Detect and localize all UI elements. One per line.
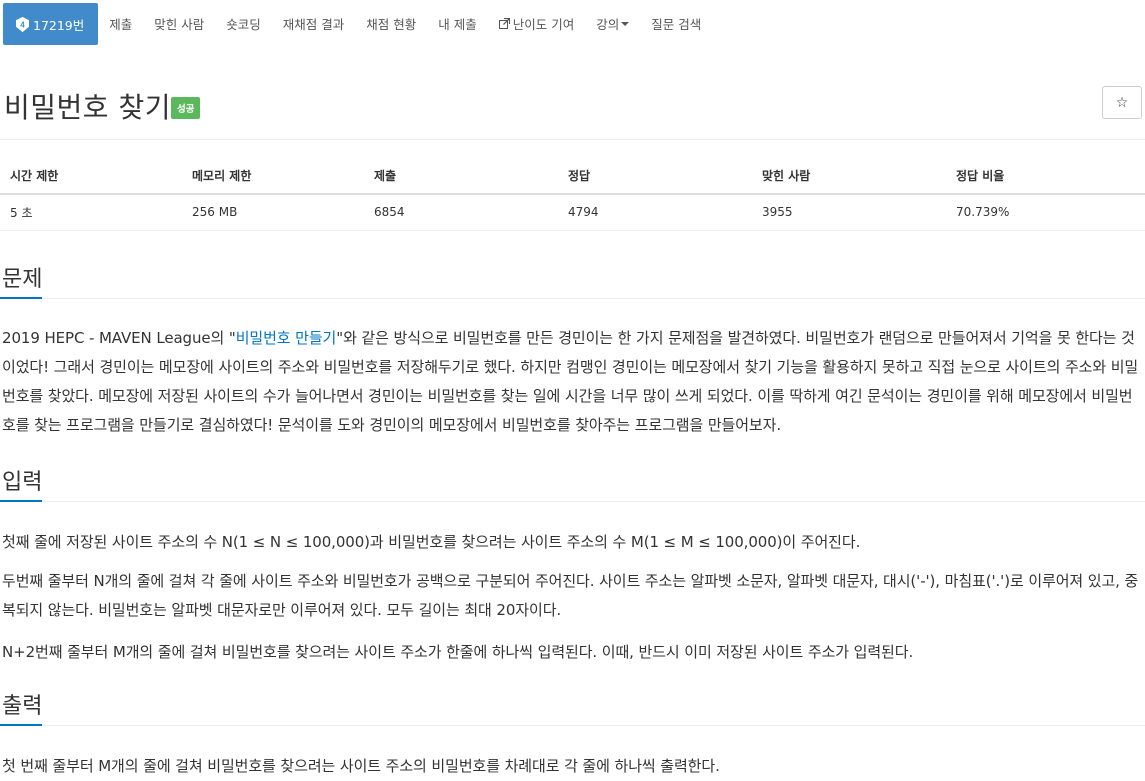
menu-question-search[interactable]: 질문 검색	[640, 0, 712, 47]
menu-lecture-dropdown[interactable]: 강의	[585, 0, 640, 47]
header-accept-ratio: 정답 비율	[946, 158, 1145, 195]
section-underline	[0, 297, 42, 299]
menu-solved-users[interactable]: 맞힌 사람	[143, 0, 215, 47]
problem-description: 2019 HEPC - MAVEN League의 "비밀번호 만들기"와 같은…	[2, 324, 1142, 440]
value-accept-ratio: 70.739%	[946, 194, 1145, 231]
value-solved-users: 3955	[752, 194, 946, 231]
caret-down-icon	[621, 21, 630, 26]
header-accepted: 정답	[558, 158, 752, 195]
input-paragraph-2: 두번째 줄부터 N개의 줄에 걸쳐 각 줄에 사이트 주소와 비밀번호가 공백으…	[2, 572, 1139, 619]
problem-menu: 4 17219번 제출 맞힌 사람 숏코딩 재채점 결과 채점 현황 내 제출 …	[0, 0, 1145, 47]
input-paragraph-3: N+2번째 줄부터 M개의 줄에 걸쳐 비밀번호를 찾으려는 사이트 주소가 한…	[2, 643, 914, 661]
value-memory-limit: 256 MB	[182, 194, 364, 231]
output-section-header: 출력	[0, 688, 1145, 726]
problem-section-header: 문제	[0, 261, 1145, 299]
problem-title: 비밀번호 찾기	[4, 91, 171, 124]
menu-short-coding[interactable]: 숏코딩	[215, 0, 272, 47]
menu-my-submissions[interactable]: 내 제출	[427, 0, 487, 47]
menu-rejudge-results[interactable]: 재채점 결과	[272, 0, 355, 47]
header-solved-users: 맞힌 사람	[752, 158, 946, 195]
status-badge: 성공	[171, 97, 201, 119]
input-section-header: 입력	[0, 464, 1145, 502]
external-link-icon	[498, 18, 510, 29]
header-time-limit: 시간 제한	[0, 158, 182, 195]
problem-id-label: 17219번	[33, 17, 85, 33]
problem-text-before: 2019 HEPC - MAVEN League의 "	[2, 329, 236, 347]
section-underline	[0, 500, 42, 502]
menu-judge-status[interactable]: 채점 현황	[355, 0, 427, 47]
menu-lecture-label: 강의	[596, 17, 620, 32]
tier-badge-icon: 4	[15, 16, 30, 32]
problem-title-row: 비밀번호 찾기 성공 ☆	[0, 80, 1145, 140]
value-submissions: 6854	[364, 194, 558, 231]
input-section-heading: 입력	[2, 470, 43, 495]
output-section-heading: 출력	[2, 694, 43, 719]
star-icon: ☆	[1115, 94, 1129, 111]
menu-submit[interactable]: 제출	[98, 0, 143, 47]
related-problem-link[interactable]: 비밀번호 만들기	[236, 329, 337, 347]
problem-section-heading: 문제	[2, 267, 43, 292]
section-underline	[0, 724, 42, 726]
value-time-limit: 5 초	[0, 194, 182, 231]
problem-info-table: 시간 제한 메모리 제한 제출 정답 맞힌 사람 정답 비율 5 초 256 M…	[0, 158, 1145, 231]
input-paragraph-1: 첫째 줄에 저장된 사이트 주소의 수 N(1 ≤ N ≤ 100,000)과 …	[2, 533, 861, 551]
menu-difficulty-contribute-label: 난이도 기여	[512, 17, 575, 32]
header-submissions: 제출	[364, 158, 558, 195]
output-paragraph-1: 첫 번째 줄부터 M개의 줄에 걸쳐 비밀번호를 찾으려는 사이트 주소의 비밀…	[2, 757, 720, 775]
svg-text:4: 4	[20, 20, 25, 29]
info-value-row: 5 초 256 MB 6854 4794 3955 70.739%	[0, 194, 1145, 231]
menu-difficulty-contribute[interactable]: 난이도 기여	[488, 0, 585, 47]
header-memory-limit: 메모리 제한	[182, 158, 364, 195]
value-accepted: 4794	[558, 194, 752, 231]
favorite-star-button[interactable]: ☆	[1102, 86, 1142, 119]
menu-problem-id[interactable]: 4 17219번	[3, 3, 99, 45]
info-header-row: 시간 제한 메모리 제한 제출 정답 맞힌 사람 정답 비율	[0, 158, 1145, 195]
